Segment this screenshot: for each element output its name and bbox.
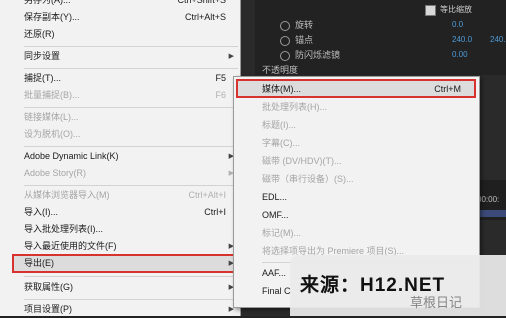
menu-separator xyxy=(24,299,238,300)
rotation-value[interactable]: 0.0 xyxy=(452,20,463,29)
submenu-item-markers: 标记(M)... xyxy=(262,228,301,238)
submenu-item-captions: 字幕(C)... xyxy=(262,138,300,148)
menu-item-export[interactable]: 导出(E) ▶ xyxy=(0,255,240,272)
submenu-item-media[interactable]: 媒体(M)... Ctrl+M xyxy=(234,81,479,97)
antiflicker-row: 防闪烁滤镜 xyxy=(270,48,340,61)
menu-separator xyxy=(24,107,238,108)
timecode: 00:00: xyxy=(477,195,500,204)
anchor-value-y[interactable]: 240. xyxy=(490,35,506,44)
menu-item-adobe-story: Adobe Story(R) ▶ xyxy=(0,165,240,182)
menu-item-import-recent[interactable]: 导入最近使用的文件(F) ▶ xyxy=(0,238,240,255)
menu-item-import-from-browser: 从媒体浏览器导入(M) Ctrl+Alt+I xyxy=(24,190,226,200)
menu-separator xyxy=(24,185,238,186)
anchor-value-x[interactable]: 240.0 xyxy=(452,35,472,44)
submenu-item-tape-serial: 磁带（串行设备）(S)... xyxy=(262,174,354,184)
uniform-scale-checkbox[interactable] xyxy=(425,5,436,16)
file-menu: 另存为(A)... Ctrl+Shift+S 保存副本(Y)... Ctrl+Alt… xyxy=(0,0,241,316)
watermark-sub: 草根日记 xyxy=(410,295,463,310)
submenu-item-edl[interactable]: EDL... xyxy=(234,189,479,205)
menu-item-link-media: 链接媒体(L)... xyxy=(24,112,79,122)
submenu-item-omf[interactable]: OMF... xyxy=(234,207,479,223)
menu-item-project-settings[interactable]: 项目设置(P) ▶ xyxy=(0,301,240,318)
menu-item-make-offline: 设为脱机(O)... xyxy=(24,129,81,139)
opacity-row: 不透明度 xyxy=(262,63,298,76)
menu-separator xyxy=(24,146,238,147)
stopwatch-icon[interactable] xyxy=(280,20,290,31)
uniform-scale-label: 等比缩放 xyxy=(440,5,472,14)
submenu-item-batch-list: 批处理列表(H)... xyxy=(262,102,327,112)
menu-separator xyxy=(24,68,238,69)
menu-item-import-batch-list[interactable]: 导入批处理列表(I)... xyxy=(0,221,240,238)
opacity-label: 不透明度 xyxy=(262,65,299,75)
submenu-item-title: 标题(I)... xyxy=(262,120,296,130)
menu-separator xyxy=(24,276,238,277)
antiflicker-value[interactable]: 0.00 xyxy=(452,50,468,59)
menu-item-import[interactable]: 导入(I)... Ctrl+I xyxy=(0,204,240,221)
rotation-row: 旋转 xyxy=(270,18,313,31)
stopwatch-icon[interactable] xyxy=(280,50,290,61)
antiflicker-label: 防闪烁滤镜 xyxy=(295,50,341,60)
menu-item-save-copy[interactable]: 保存副本(Y)... Ctrl+Alt+S xyxy=(0,9,240,26)
menu-item-save-as[interactable]: 另存为(A)... Ctrl+Shift+S xyxy=(0,0,240,9)
stopwatch-icon[interactable] xyxy=(280,35,290,46)
menu-item-dynamic-link[interactable]: Adobe Dynamic Link(K) ▶ xyxy=(0,148,240,165)
menu-item-get-properties[interactable]: 获取属性(G) ▶ xyxy=(0,279,240,296)
anchor-row: 锚点 xyxy=(270,33,313,46)
menu-item-capture[interactable]: 捕捉(T)... F5 xyxy=(0,70,240,87)
submenu-arrow-icon: ▶ xyxy=(228,53,234,60)
submenu-item-tape-dv: 磁带 (DV/HDV)(T)... xyxy=(262,156,342,166)
anchor-label: 锚点 xyxy=(295,35,314,45)
menu-item-revert[interactable]: 还原(R) xyxy=(0,26,240,43)
menu-separator xyxy=(24,46,238,47)
menu-item-sync-settings[interactable]: 同步设置 ▶ xyxy=(0,48,240,65)
rotation-label: 旋转 xyxy=(295,20,314,30)
menu-item-batch-capture: 批量捕捉(B)... F6 xyxy=(24,90,226,100)
